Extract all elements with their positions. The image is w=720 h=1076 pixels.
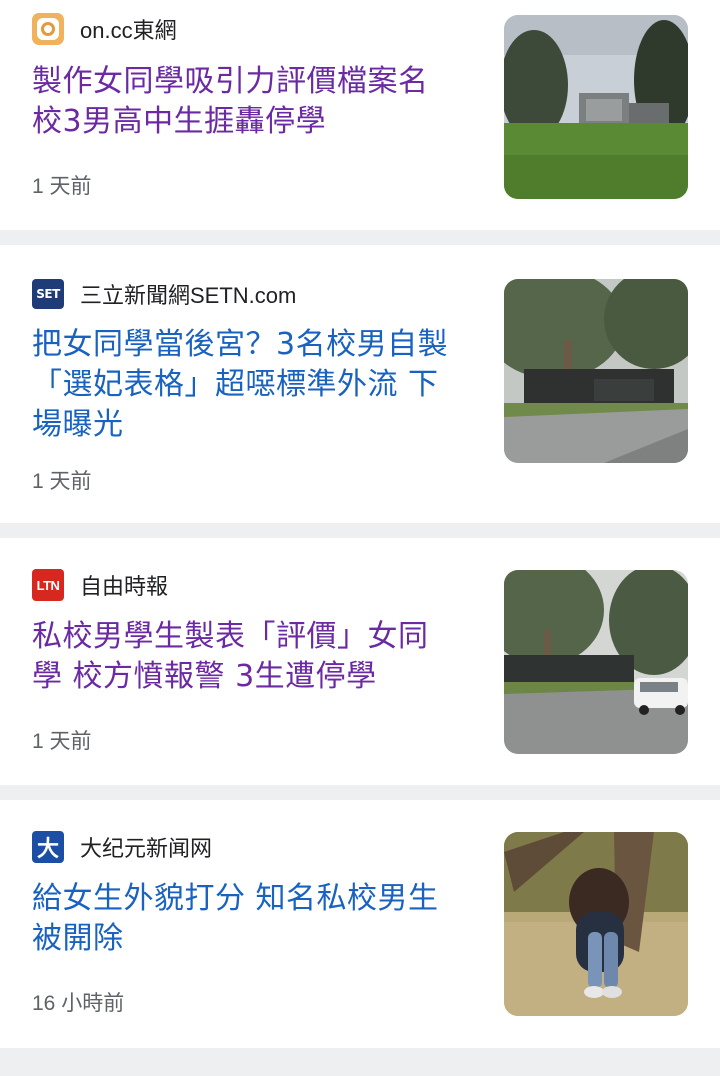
girl-under-tree-image[interactable]: [504, 832, 688, 1016]
school-entrance-trees-image[interactable]: [504, 279, 688, 463]
headline-link[interactable]: 製作女同學吸引力評價檔案名 校3男高中生捱轟停學: [32, 62, 472, 142]
source-row: SET 三立新聞網SETN.com: [32, 279, 296, 309]
news-card[interactable]: SET 三立新聞網SETN.com 把女同學當後宮？3名校男自製 「選妃表格」超…: [0, 245, 720, 523]
school-gate-lawn-image[interactable]: [504, 15, 688, 199]
headline-line[interactable]: 私校男學生製表「評價」女同: [32, 617, 472, 657]
timestamp: 1 天前: [32, 175, 92, 198]
school-road-car-image[interactable]: [504, 570, 688, 754]
headline-line[interactable]: 「選妃表格」超噁標準外流 下: [32, 365, 472, 405]
timestamp: 1 天前: [32, 730, 92, 753]
news-feed: on.cc東網 製作女同學吸引力評價檔案名 校3男高中生捱轟停學 1 天前 SE…: [0, 0, 720, 1048]
source-row: on.cc東網: [32, 13, 177, 45]
news-card[interactable]: on.cc東網 製作女同學吸引力評價檔案名 校3男高中生捱轟停學 1 天前: [0, 0, 720, 230]
setn-logo-icon: SET: [32, 279, 64, 309]
headline-line[interactable]: 場曝光: [32, 405, 472, 445]
headline-line[interactable]: 給女生外貌打分 知名私校男生: [32, 879, 472, 919]
timestamp: 16 小時前: [32, 992, 125, 1015]
epoch-logo-icon: 大: [32, 831, 64, 863]
source-row: 大 大纪元新闻网: [32, 831, 213, 863]
source-name: on.cc東網: [80, 18, 177, 43]
headline-link[interactable]: 把女同學當後宮？3名校男自製 「選妃表格」超噁標準外流 下 場曝光: [32, 325, 472, 445]
source-name: 自由時報: [80, 574, 169, 599]
headline-line[interactable]: 製作女同學吸引力評價檔案名: [32, 62, 472, 102]
source-name: 大纪元新闻网: [80, 836, 213, 861]
headline-link[interactable]: 給女生外貌打分 知名私校男生 被開除: [32, 879, 472, 959]
headline-line[interactable]: 學 校方憤報警 3生遭停學: [32, 657, 472, 697]
timestamp: 1 天前: [32, 470, 92, 493]
source-name: 三立新聞網SETN.com: [80, 283, 297, 308]
news-card[interactable]: 大 大纪元新闻网 給女生外貌打分 知名私校男生 被開除 16 小時前: [0, 800, 720, 1048]
headline-line[interactable]: 把女同學當後宮？3名校男自製: [32, 325, 472, 365]
headline-link[interactable]: 私校男學生製表「評價」女同 學 校方憤報警 3生遭停學: [32, 617, 472, 697]
headline-line[interactable]: 校3男高中生捱轟停學: [32, 102, 472, 142]
news-card[interactable]: LTN 自由時報 私校男學生製表「評價」女同 學 校方憤報警 3生遭停學 1 天…: [0, 538, 720, 785]
source-row: LTN 自由時報: [32, 569, 169, 601]
oncc-logo-icon: [32, 13, 64, 45]
headline-line[interactable]: 被開除: [32, 919, 472, 959]
ltn-logo-icon: LTN: [32, 569, 64, 601]
